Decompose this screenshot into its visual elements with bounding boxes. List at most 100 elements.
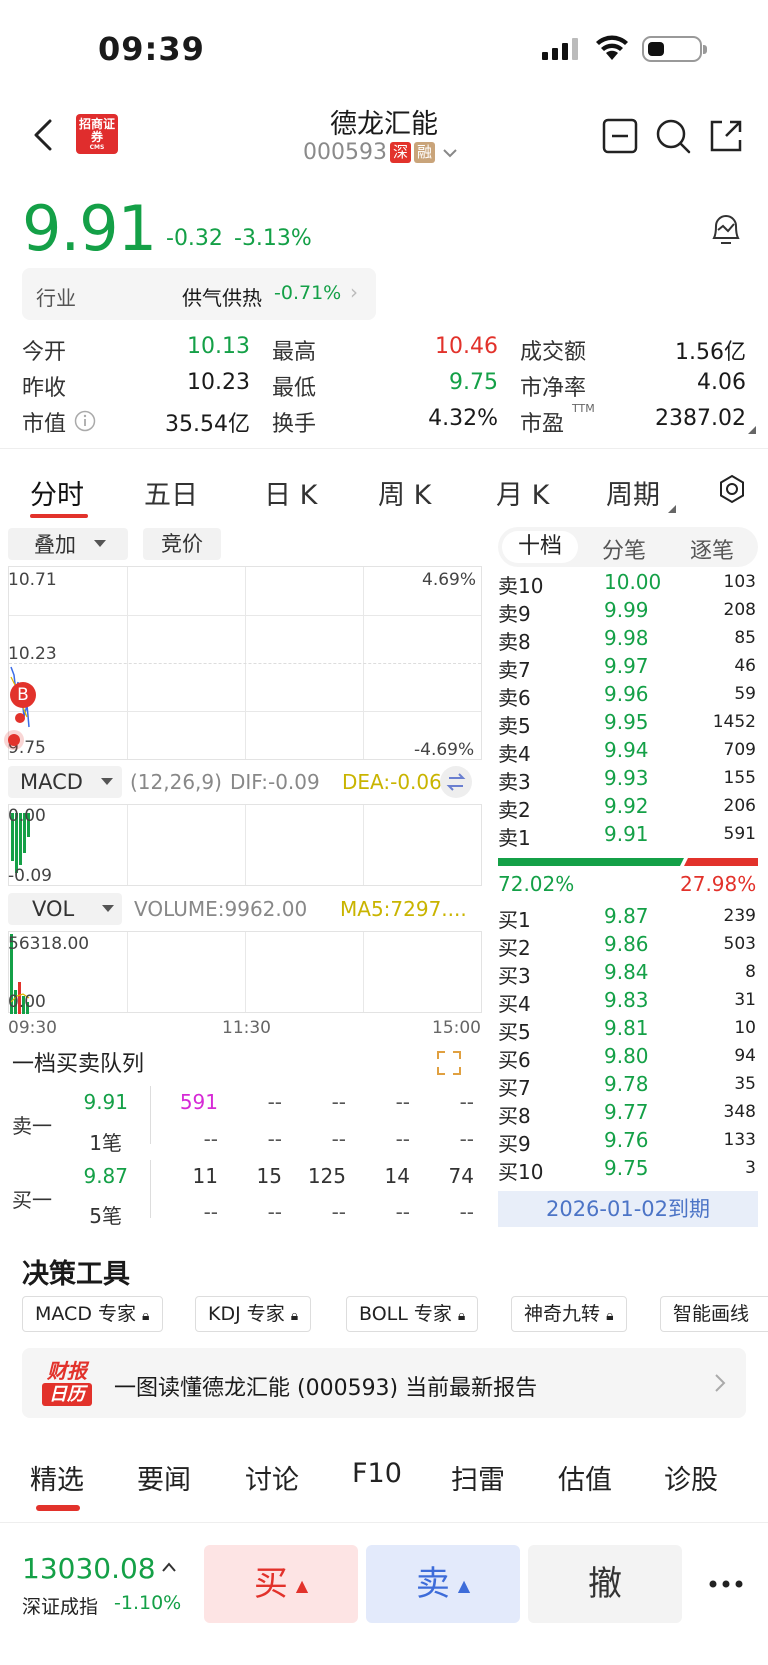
intraday-price-chart[interactable] xyxy=(8,566,482,760)
ask-row: 卖1 9.91 591 xyxy=(498,822,760,850)
tool-chip-label: BOLL 专家 xyxy=(359,1303,452,1325)
info-icon[interactable] xyxy=(74,410,96,432)
buy-ratio: 72.02% xyxy=(498,872,575,896)
ask-price: 9.97 xyxy=(604,654,649,678)
price-alert-bell-icon[interactable] xyxy=(706,210,746,250)
macd-dropdown[interactable]: MACD xyxy=(8,766,122,798)
tool-chip-smart-draw[interactable]: 智能画线 xyxy=(660,1296,768,1332)
lock-icon: 🔒︎ xyxy=(457,1308,466,1324)
volume-ma5: MA5:7297.... xyxy=(340,897,467,921)
tab-news[interactable]: 要闻 xyxy=(137,1458,191,1497)
corner-expand-icon[interactable] xyxy=(748,426,756,434)
chart-settings-icon[interactable] xyxy=(716,473,748,505)
queue-sell-count: 1笔 xyxy=(89,1131,122,1155)
tab-period[interactable]: 周期 xyxy=(606,473,660,512)
vol-axis-top: 56318.00 xyxy=(8,934,90,954)
queue-buy-vol: -- xyxy=(267,1200,282,1224)
stock-code-selector[interactable]: 000593 深 融 xyxy=(303,140,461,165)
stat-market-cap-value: 35.54亿 xyxy=(165,412,250,437)
vol-axis-bottom: 0.00 xyxy=(8,992,46,1012)
order-book-tabs: 十档 分笔 逐笔 xyxy=(498,527,758,567)
stock-code: 000593 xyxy=(303,140,387,165)
bid-volume: 31 xyxy=(734,990,756,1010)
index-value[interactable]: 13030.08 xyxy=(22,1552,156,1585)
stat-turnover-amount-label: 成交额 xyxy=(520,340,587,365)
bid-volume: 3 xyxy=(745,1158,756,1178)
chevron-up-icon[interactable] xyxy=(160,1560,178,1574)
report-card[interactable]: 财报 日历 一图读懂德龙汇能 (000593) 当前最新报告 xyxy=(22,1348,746,1418)
share-icon[interactable] xyxy=(706,116,746,156)
cancel-order-button[interactable]: 撤 xyxy=(528,1545,682,1623)
stat-turnover-rate-value: 4.32% xyxy=(428,406,498,431)
tool-chip-label: KDJ 专家 xyxy=(208,1303,285,1325)
buy-button[interactable]: 买 ▲ xyxy=(204,1545,358,1623)
tab-discussion[interactable]: 讨论 xyxy=(245,1458,299,1497)
stat-prev-close-value: 10.23 xyxy=(187,370,250,395)
tab-monthly-k[interactable]: 月 K xyxy=(496,473,549,512)
ask-volume: 208 xyxy=(723,600,756,620)
search-icon[interactable] xyxy=(653,116,693,156)
volume-value: VOLUME:9962.00 xyxy=(134,897,308,921)
bid-price: 9.84 xyxy=(604,960,649,984)
sell-button[interactable]: 卖 ▲ xyxy=(366,1545,520,1623)
broker-logo-sub: CMS xyxy=(89,144,105,151)
bid-price: 9.87 xyxy=(604,904,649,928)
bid-label: 买6 xyxy=(498,1048,531,1072)
tab-tick[interactable]: 分笔 xyxy=(602,533,646,565)
report-text: 一图读懂德龙汇能 (000593) 当前最新报告 xyxy=(114,1376,538,1401)
industry-row[interactable]: 行业 供气供热 -0.71% › xyxy=(22,268,376,320)
tool-chip-boll[interactable]: BOLL 专家 🔒︎ xyxy=(346,1296,479,1332)
stat-prev-close-label: 昨收 xyxy=(22,376,67,401)
bid-label: 买4 xyxy=(498,992,531,1016)
calendar-report-icon: 财报 日历 xyxy=(42,1360,92,1408)
bid-price: 9.81 xyxy=(604,1016,649,1040)
tab-f10[interactable]: F10 xyxy=(352,1458,402,1489)
tab-weekly-k[interactable]: 周 K xyxy=(378,473,431,512)
tool-chip-macd[interactable]: MACD 专家 🔒︎ xyxy=(22,1296,163,1332)
ask-label: 卖8 xyxy=(498,630,531,654)
queue-buy-vol: -- xyxy=(395,1200,410,1224)
tab-intraday[interactable]: 分时 xyxy=(30,473,84,512)
ask-label: 卖10 xyxy=(498,574,544,598)
overlay-dropdown[interactable]: 叠加 xyxy=(8,528,128,560)
tool-chip-magic-nine[interactable]: 神奇九转 🔒︎ xyxy=(511,1296,627,1332)
auction-button[interactable]: 竞价 xyxy=(143,528,221,560)
tab-featured[interactable]: 精选 xyxy=(30,1458,84,1497)
industry-label: 行业 xyxy=(36,286,76,310)
bid-row: 买9 9.76 133 xyxy=(498,1128,760,1156)
ask-row: 卖8 9.98 85 xyxy=(498,626,760,654)
ask-price: 9.99 xyxy=(604,598,649,622)
time-axis-end: 15:00 xyxy=(432,1018,481,1038)
bid-price: 9.77 xyxy=(604,1100,649,1124)
bid-label: 买10 xyxy=(498,1160,544,1184)
tool-chip-kdj[interactable]: KDJ 专家 🔒︎ xyxy=(195,1296,312,1332)
bid-label: 买7 xyxy=(498,1076,531,1100)
indicator-swap-icon[interactable] xyxy=(440,766,472,798)
expiry-date: 2026-01-02到期 xyxy=(498,1191,758,1227)
chart-period-tabs: 分时 五日 日 K 周 K 月 K 周期 xyxy=(0,448,768,518)
queue-title: 一档买卖队列 xyxy=(12,1052,145,1077)
ask-volume: 85 xyxy=(734,628,756,648)
more-icon[interactable] xyxy=(708,1574,744,1594)
lock-icon: 🔒︎ xyxy=(290,1308,299,1324)
ask-price: 10.00 xyxy=(604,570,662,594)
tab-trade-by-trade[interactable]: 逐笔 xyxy=(690,533,734,565)
tab-five-day[interactable]: 五日 xyxy=(144,473,198,512)
price-axis-mid: 10.23 xyxy=(8,644,57,664)
tab-level-ten[interactable]: 十档 xyxy=(502,531,578,563)
caret-down-icon xyxy=(100,778,113,785)
tab-diagnosis[interactable]: 诊股 xyxy=(664,1458,718,1497)
tab-daily-k[interactable]: 日 K xyxy=(264,473,317,512)
expand-icon[interactable] xyxy=(436,1050,462,1076)
tab-valuation[interactable]: 估值 xyxy=(558,1458,612,1497)
macd-chart[interactable] xyxy=(8,804,482,886)
buy-marker-b[interactable]: B xyxy=(10,682,36,708)
caret-down-icon xyxy=(102,905,115,912)
industry-change: -0.71% xyxy=(274,282,342,304)
tab-risk-scan[interactable]: 扫雷 xyxy=(451,1458,505,1497)
bid-price: 9.75 xyxy=(604,1156,649,1180)
bid-volume: 10 xyxy=(734,1018,756,1038)
margin-badge: 融 xyxy=(413,142,435,163)
minimize-icon[interactable] xyxy=(600,116,640,156)
vol-dropdown[interactable]: VOL xyxy=(8,893,122,925)
